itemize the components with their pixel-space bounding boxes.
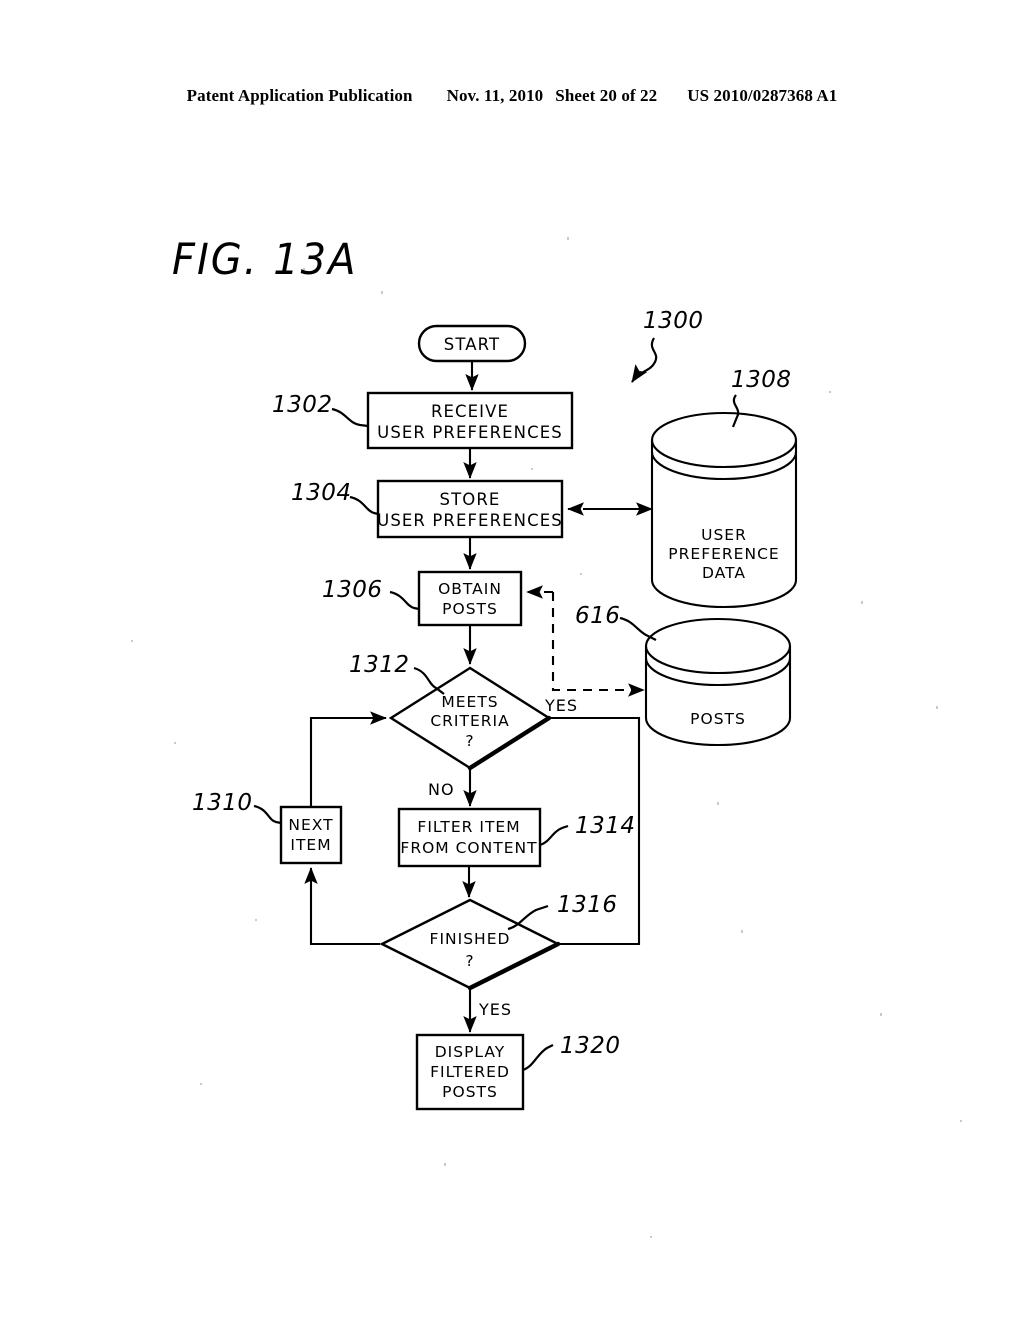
node-obtain-posts: OBTAIN POSTS — [417, 570, 523, 627]
ref-1320-label: 1320 — [560, 1033, 621, 1059]
ref-1308: 1308 — [731, 367, 792, 428]
ref-1302-leader — [331, 407, 369, 428]
ref-1312: 1312 — [349, 652, 445, 695]
edge-nextitem-to-meetscriteria — [309, 711, 387, 807]
scan-speckles — [131, 237, 962, 1238]
next-item-label-line2: ITEM — [290, 836, 331, 854]
node-filter-item: FILTER ITEM FROM CONTENT — [397, 807, 542, 868]
node-next-item: NEXT ITEM — [279, 805, 343, 865]
filter-item-label-line1: FILTER ITEM — [417, 818, 520, 836]
obtain-label-line1: OBTAIN — [438, 580, 502, 598]
posts-rim — [644, 657, 792, 687]
userprefdata-label-line1: USER — [701, 526, 747, 544]
userprefdata-top — [650, 411, 798, 469]
ref-1300-label: 1300 — [643, 308, 704, 334]
store-label-line1: STORE — [440, 490, 501, 509]
ref-1304-label: 1304 — [291, 480, 352, 506]
finished-label-line2: ? — [465, 952, 474, 970]
ref-1316-label: 1316 — [557, 892, 618, 918]
ref-1314-leader — [539, 824, 569, 847]
userprefdata-label-line2: PREFERENCE — [668, 545, 779, 563]
ref-1302: 1302 — [272, 392, 369, 428]
ref-1302-label: 1302 — [272, 392, 333, 418]
diagram-reference-1300: 1300 — [631, 308, 704, 383]
ref-1312-label: 1312 — [349, 652, 410, 678]
edge-label-criteria-no: NO — [428, 780, 455, 799]
display-label-line2: FILTERED — [430, 1063, 510, 1081]
edge-label-criteria-yes: YES — [544, 696, 578, 715]
ref-1310-label: 1310 — [192, 790, 253, 816]
receive-label-line2: USER PREFERENCES — [377, 423, 563, 442]
ref-1308-label: 1308 — [731, 367, 792, 393]
meets-criteria-label-line3: ? — [465, 732, 474, 750]
ref-616-leader — [619, 616, 657, 641]
ref-1300-leader — [631, 337, 658, 383]
node-meets-criteria: MEETS CRITERIA ? — [388, 666, 552, 771]
ref-1320: 1320 — [522, 1033, 621, 1072]
ref-1314-label: 1314 — [575, 813, 636, 839]
ref-1316-leader — [507, 904, 549, 931]
ref-1308-leader — [731, 394, 740, 428]
ref-1316: 1316 — [507, 892, 618, 931]
userprefdata-label-line3: DATA — [702, 564, 746, 582]
node-store-user-preferences: STORE USER PREFERENCES — [376, 479, 564, 539]
ref-1314: 1314 — [539, 813, 636, 847]
finished-label-line1: FINISHED — [430, 930, 511, 948]
ref-1310-leader — [253, 804, 282, 825]
meets-criteria-label-line1: MEETS — [441, 693, 498, 711]
ref-1306-leader — [389, 590, 420, 611]
next-item-label-line1: NEXT — [288, 816, 333, 834]
edge-label-finished-yes: YES — [478, 1000, 512, 1019]
userprefdata-rim — [650, 451, 798, 481]
ref-1320-leader — [522, 1044, 554, 1072]
posts-label: POSTS — [690, 710, 746, 728]
ref-1304: 1304 — [291, 480, 379, 516]
store-label-line2: USER PREFERENCES — [377, 511, 563, 530]
ref-616: 616 — [575, 603, 657, 641]
node-start: START — [417, 324, 527, 363]
datastore-posts: POSTS — [644, 617, 792, 747]
meets-criteria-label-line2: CRITERIA — [430, 712, 509, 730]
posts-top — [644, 617, 792, 675]
receive-label-line1: RECEIVE — [431, 402, 509, 421]
ref-1304-leader — [349, 495, 379, 516]
posts-body — [644, 646, 792, 747]
display-label-line1: DISPLAY — [435, 1043, 506, 1061]
ref-616-label: 616 — [575, 603, 620, 629]
start-label: START — [444, 335, 500, 354]
ref-1310: 1310 — [192, 790, 282, 825]
node-display-filtered-posts: DISPLAY FILTERED POSTS — [415, 1033, 525, 1111]
ref-1306-label: 1306 — [322, 577, 383, 603]
ref-1306: 1306 — [322, 577, 420, 611]
datastore-user-preference-data: USER PREFERENCE DATA — [650, 411, 798, 609]
flowchart-diagram: 1300 START RECEIVE USER PREFERENCES 1302… — [0, 0, 1024, 1320]
edge-finished-no-to-nextitem — [304, 867, 380, 946]
display-label-line3: POSTS — [442, 1083, 498, 1101]
obtain-label-line2: POSTS — [442, 600, 498, 618]
node-receive-user-preferences: RECEIVE USER PREFERENCES — [366, 391, 574, 450]
filter-item-label-line2: FROM CONTENT — [400, 839, 537, 857]
ref-1312-leader — [413, 666, 445, 695]
